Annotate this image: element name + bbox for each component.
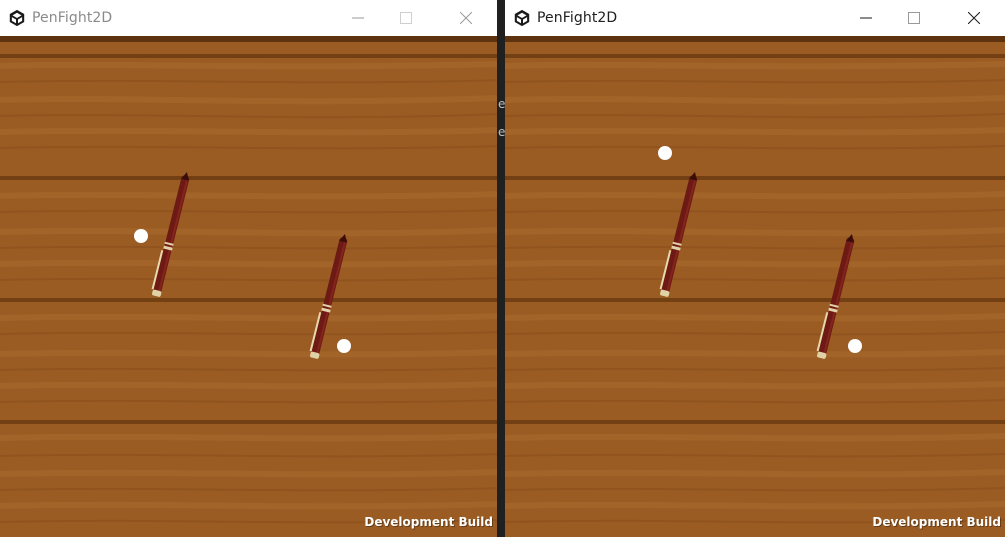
close-button[interactable] (951, 0, 997, 36)
maximize-button[interactable] (891, 0, 937, 36)
aim-marker[interactable] (658, 146, 672, 160)
development-build-label: Development Build (872, 515, 1001, 529)
close-button[interactable] (443, 0, 489, 36)
development-build-label: Development Build (364, 515, 493, 529)
title-bar[interactable]: PenFight2D (0, 0, 497, 36)
aim-marker[interactable] (134, 229, 148, 243)
window-title: PenFight2D (32, 10, 113, 26)
wooden-table-board (0, 36, 497, 537)
minimize-icon (860, 17, 872, 19)
minimize-button[interactable] (843, 0, 889, 36)
aim-marker[interactable] (848, 339, 862, 353)
window-title: PenFight2D (537, 10, 618, 26)
game-viewport[interactable]: Development Build (505, 36, 1005, 537)
wooden-table-board (505, 36, 1005, 537)
maximize-icon (400, 12, 412, 24)
close-icon (460, 12, 472, 24)
unity-logo-icon (509, 0, 535, 36)
game-window-right[interactable]: PenFight2D Development Build (505, 0, 1005, 537)
game-viewport[interactable]: Development Build (0, 36, 497, 537)
title-bar[interactable]: PenFight2D (505, 0, 1005, 36)
unity-logo-icon (4, 0, 30, 36)
maximize-button[interactable] (383, 0, 429, 36)
minimize-icon (352, 17, 364, 19)
game-window-left[interactable]: PenFight2D Development Build (0, 0, 497, 537)
aim-marker[interactable] (337, 339, 351, 353)
maximize-icon (908, 12, 920, 24)
minimize-button[interactable] (335, 0, 381, 36)
close-icon (968, 12, 980, 24)
desktop: e e PenFight2D Development Build PenFigh… (0, 0, 1005, 537)
